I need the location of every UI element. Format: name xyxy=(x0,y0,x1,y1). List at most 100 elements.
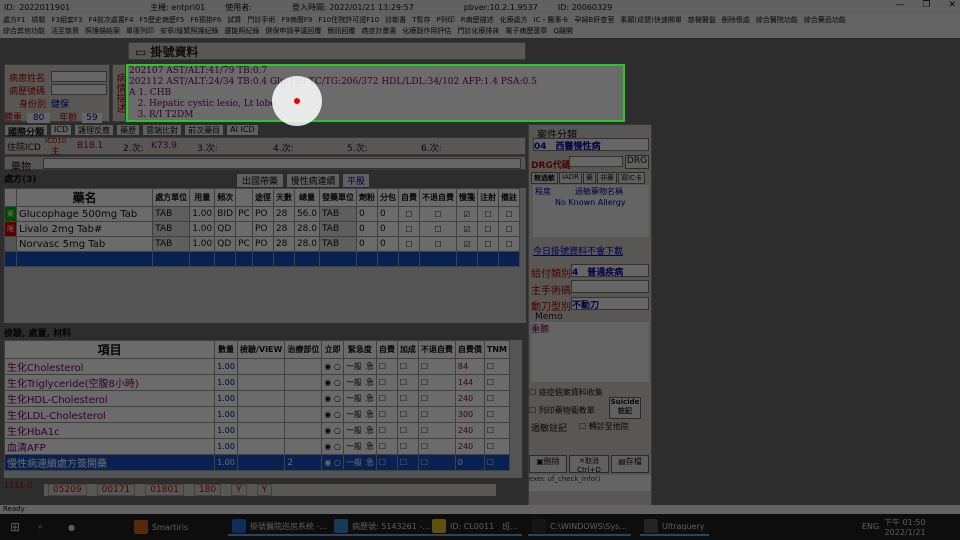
menu-item-row1-9[interactable]: F10住院許可證F10 xyxy=(318,16,379,24)
rx-cell-pc[interactable]: PC xyxy=(235,236,253,252)
exam-immediate-radio[interactable]: ◉ ○ xyxy=(321,374,344,391)
exam-immediate-radio[interactable]: ◉ ○ xyxy=(321,390,344,407)
rx-cell-a[interactable]: 0 xyxy=(356,221,378,237)
case-select[interactable]: 04 西醫慢性病 xyxy=(533,138,649,152)
rx-new-cell[interactable] xyxy=(235,251,253,267)
exam-selected-row[interactable]: 慢性病連續處方簽開藥 1.00 2 ◉ ○ 一般急 ☐ ☐ ☐ 0 ☐ xyxy=(3,454,511,471)
exam-checkbox[interactable]: ☐ xyxy=(417,406,456,423)
lang-indicator[interactable]: ENG xyxy=(862,522,879,531)
allergy-list[interactable]: 程度 過敏藥物名稱 No Known Allergy xyxy=(533,185,649,237)
rx-cell-a[interactable]: 0 xyxy=(356,206,378,222)
urgency-normal[interactable]: 一般 xyxy=(346,426,362,435)
flat-button[interactable]: 平股 xyxy=(342,173,370,188)
menu-item-row1-2[interactable]: F3組套F3 xyxy=(51,16,82,24)
overseas-drug-button[interactable]: 出國帶藥 xyxy=(236,173,284,188)
taskbar-app-4[interactable]: C:\WINDOWS\Sys... xyxy=(528,518,631,536)
rx-cell-b[interactable]: 0 xyxy=(377,206,399,222)
cortana-button[interactable]: ● xyxy=(64,518,79,536)
exam-view[interactable] xyxy=(236,422,286,439)
rx-new-cell[interactable] xyxy=(398,251,420,267)
rx-cell-freq[interactable]: QD xyxy=(214,236,237,252)
icd-2-code[interactable]: K73.9 xyxy=(151,141,177,151)
menu-item-row1-17[interactable]: 素願(成健)快速開單 xyxy=(620,16,681,24)
exam-checkbox[interactable]: ☐ xyxy=(375,374,398,391)
exam-checkbox[interactable]: ☐ xyxy=(396,406,419,423)
rx-cell-dunit[interactable]: TAB xyxy=(319,221,357,237)
rx-cell-freq[interactable]: QD xyxy=(214,221,237,237)
exam-immediate-radio[interactable]: ◉ ○ xyxy=(321,358,344,375)
print-edu-checkbox[interactable]: ☐ 列印藥物衛教單 xyxy=(529,405,595,416)
exam-checkbox[interactable]: ☐ xyxy=(396,390,419,407)
rx-cell-unit[interactable]: TAB xyxy=(152,236,191,252)
rx-cell-total[interactable]: 28.0 xyxy=(293,221,321,237)
chronic-refill-button[interactable]: 慢性病連續 xyxy=(286,173,340,188)
exam-tnm[interactable]: ☐ xyxy=(483,390,511,407)
menu-item-row1-19[interactable]: 刪除復處 xyxy=(722,16,750,24)
drug-search-input[interactable] xyxy=(43,158,521,169)
menu-item-row1-1[interactable]: 檢驗 xyxy=(31,16,45,24)
rx-checkbox[interactable]: ☑ xyxy=(456,206,478,222)
exam-site[interactable] xyxy=(284,390,323,407)
rx-row[interactable]: 藥 Glucophage 500mg Tab TAB 1.00 BID PC PO 28 56.… xyxy=(4,206,520,222)
allergy-subtab-4[interactable]: 寫IC卡 xyxy=(618,172,645,184)
rx-cell-dose[interactable]: 1.00 xyxy=(189,206,216,222)
rx-cell-unit[interactable]: TAB xyxy=(152,206,191,222)
today-reg-note[interactable]: 今日掛號資料不會下載 xyxy=(533,244,623,257)
save-button[interactable]: ▤存檔 xyxy=(611,455,649,473)
urgency-emergent[interactable]: 急 xyxy=(366,426,374,435)
exam-urgency[interactable]: 一般急 xyxy=(342,454,377,471)
rx-row[interactable]: Norvasc 5mg Tab TAB 1.00 QD PC PO 28 28.0 TAB 0 0 ☐… xyxy=(4,236,520,252)
exam-checkbox[interactable]: ☐ xyxy=(396,454,419,471)
exam-site[interactable] xyxy=(284,374,323,391)
exam-qty[interactable]: 1.00 xyxy=(214,358,238,375)
exam-qty[interactable]: 1.00 xyxy=(214,454,238,471)
rx-new-cell[interactable] xyxy=(477,251,499,267)
menu-item-row1-18[interactable]: 慈機醫盤 xyxy=(688,16,716,24)
rx-cell-a[interactable]: 0 xyxy=(356,236,378,252)
weight-value[interactable]: 80 xyxy=(26,113,51,123)
exam-tnm[interactable]: ☐ xyxy=(483,358,511,375)
exam-qty[interactable]: 1.00 xyxy=(214,374,238,391)
rx-cell-days[interactable]: 28 xyxy=(272,236,295,252)
rx-new-cell[interactable] xyxy=(152,251,191,267)
exam-checkbox[interactable]: ☐ xyxy=(417,438,456,455)
operation-type-select[interactable]: 不動刀 xyxy=(571,297,649,311)
menu-item-row2-0[interactable]: 綜合其他功能 xyxy=(3,27,45,35)
rx-checkbox[interactable]: ☐ xyxy=(398,236,420,252)
exam-urgency[interactable]: 一般急 xyxy=(342,406,377,423)
rx-checkbox[interactable]: ☐ xyxy=(477,236,499,252)
exam-urgency[interactable]: 一般急 xyxy=(342,374,377,391)
taskbar-app-0[interactable]: Smartiris xyxy=(130,518,192,536)
rx-checkbox[interactable]: ☐ xyxy=(477,206,499,222)
allergy-subtab-0[interactable]: 無過敏 xyxy=(531,172,558,184)
exam-site[interactable] xyxy=(284,438,323,455)
menu-item-row1-10[interactable]: 診斷書 xyxy=(385,16,406,24)
rx-new-cell[interactable] xyxy=(189,251,216,267)
close-icon[interactable]: ✕ xyxy=(948,0,956,10)
exam-urgency[interactable]: 一般急 xyxy=(342,438,377,455)
icd-tab-0[interactable]: 國際分類 xyxy=(4,124,49,138)
taskbar-app-5[interactable]: Ultraquery xyxy=(640,518,709,536)
menu-item-row2-9[interactable]: 化療副作用評估 xyxy=(402,27,451,35)
menu-item-row2-6[interactable]: 健保申請爭議回覆 xyxy=(265,27,321,35)
rx-cell-freq[interactable]: BID xyxy=(214,206,237,222)
rx-new-cell[interactable] xyxy=(251,251,274,267)
menu-item-row1-13[interactable]: R病歷描述 xyxy=(461,16,494,24)
exam-tnm[interactable]: ☐ xyxy=(483,454,511,471)
rx-cell-b[interactable]: 0 xyxy=(377,221,399,237)
icd-tab-5[interactable]: 前次藥目 xyxy=(184,124,225,136)
urgency-emergent[interactable]: 急 xyxy=(366,378,374,387)
exam-tnm[interactable]: ☐ xyxy=(483,374,511,391)
exam-site[interactable] xyxy=(284,358,323,375)
rx-cell-dunit[interactable]: TAB xyxy=(319,236,357,252)
rx-cell-name[interactable]: Livalo 2mg Tab# xyxy=(15,221,154,237)
urgency-emergent[interactable]: 急 xyxy=(366,362,374,371)
menu-item-row1-11[interactable]: T暫存 xyxy=(412,16,430,24)
exam-view[interactable] xyxy=(236,358,286,375)
rx-cell-route[interactable]: PO xyxy=(251,206,274,222)
menu-item-row1-4[interactable]: F5歷史病歷F5 xyxy=(139,16,184,24)
rx-cell-name[interactable]: Norvasc 5mg Tab xyxy=(15,236,154,252)
drg-button[interactable]: DRG xyxy=(625,155,649,169)
exam-tnm[interactable]: ☐ xyxy=(483,406,511,423)
exam-row[interactable]: 生化Triglyceride(空腹8小時) 1.00 ◉ ○ 一般急 ☐ ☐ ☐ 144 ☐ xyxy=(3,374,511,391)
